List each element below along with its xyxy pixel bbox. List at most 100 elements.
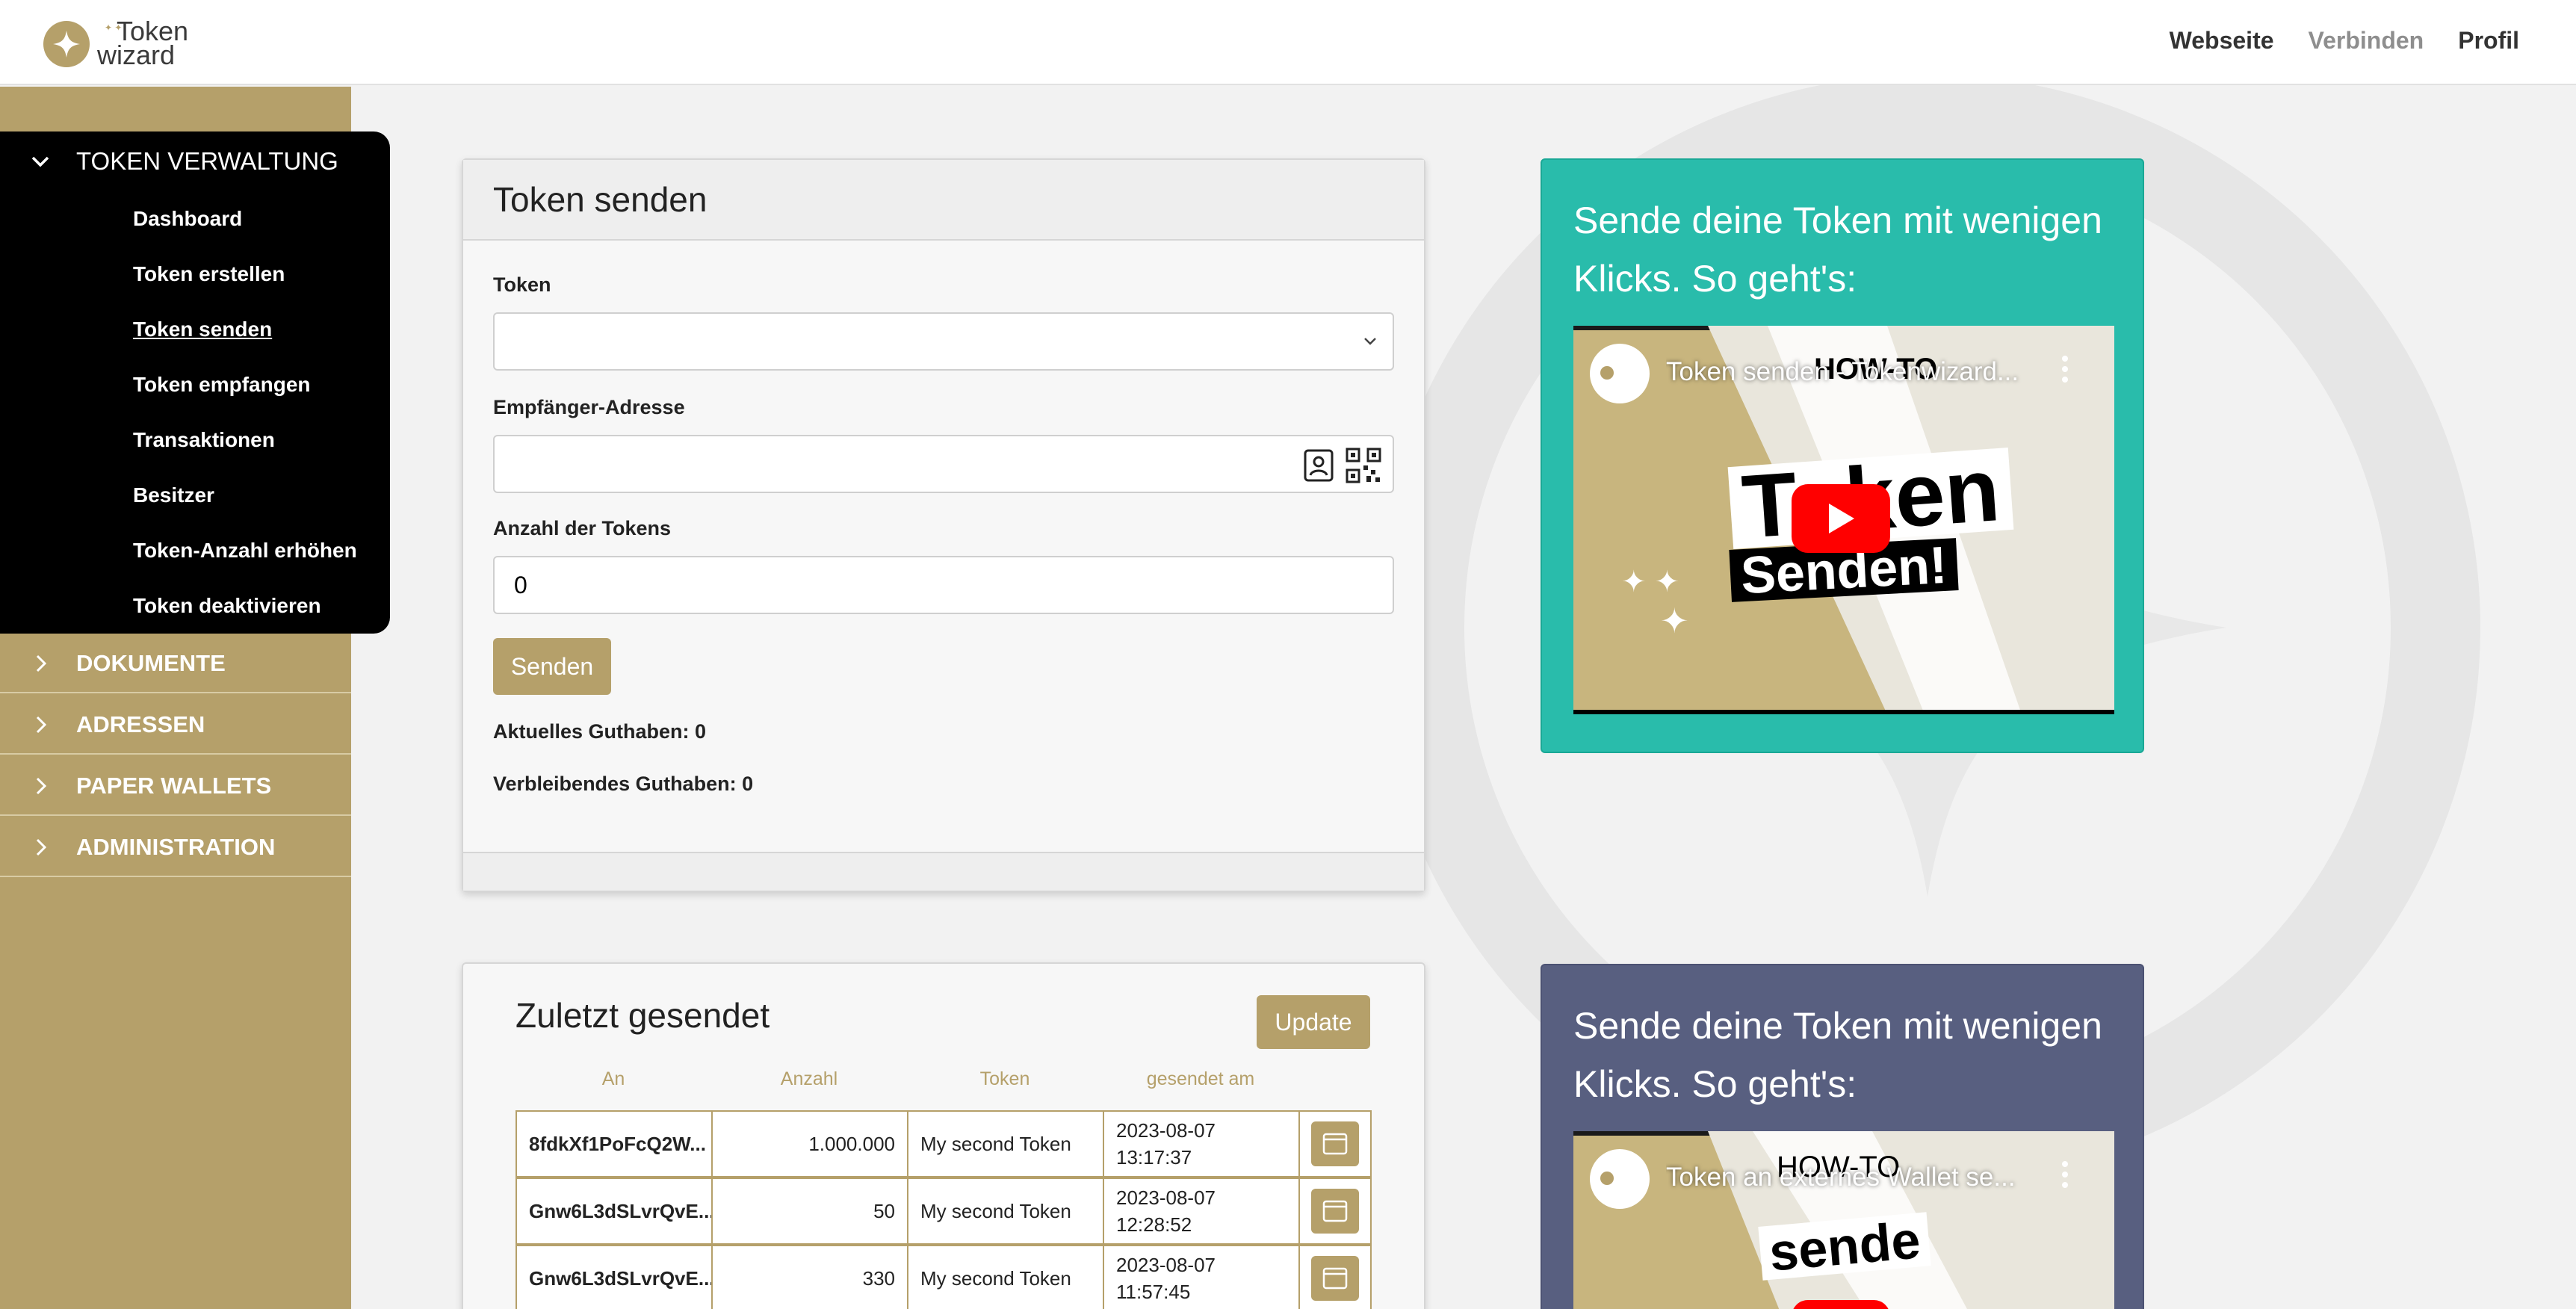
play-button[interactable] [1792,484,1890,553]
chevron-right-icon [36,838,47,856]
row-details-button[interactable] [1311,1189,1359,1234]
chevron-right-icon [36,716,47,734]
recipient-input[interactable] [495,436,1393,492]
video-title[interactable]: Token senden - Tokenwizard... [1666,357,2069,387]
cell-action [1300,1246,1370,1309]
cell-amount: 50 [713,1179,908,1243]
video-title[interactable]: Token an externes Wallet se... [1666,1163,2069,1192]
row-details-button[interactable] [1311,1121,1359,1166]
cell-date: 2023-08-07 [1116,1254,1216,1276]
sidebar-item-token-erstellen[interactable]: Token erstellen [133,247,357,302]
cell-date: 2023-08-07 [1116,1119,1216,1142]
cell-action [1300,1112,1370,1176]
youtube-embed[interactable]: Token Senden! HOW-TO ✦ ✦ ✦ Token senden … [1573,326,2114,714]
update-button[interactable]: Update [1257,995,1370,1049]
sidebar-section-label: ADRESSEN [76,711,205,737]
recently-sent-card: Zuletzt gesendet Update An Anzahl Token … [462,962,1425,1309]
send-token-card: Token senden Token Empfänger-Adresse Anz… [462,158,1425,892]
current-balance: Aktuelles Guthaben: 0 [493,720,707,743]
howto-text: Sende deine Token mit wenigen Klicks. So… [1573,1005,2102,1105]
cell-recipient: Gnw6L3dSLvrQvE... [517,1179,713,1243]
chevron-down-icon [1364,338,1376,345]
cell-sent-at: 2023-08-07 12:28:52 [1104,1179,1300,1243]
cell-sent-at: 2023-08-07 11:57:45 [1104,1246,1300,1309]
cell-recipient: Gnw6L3dSLvrQvE... [517,1246,713,1309]
nav-webseite[interactable]: Webseite [2170,27,2274,55]
table-row: Gnw6L3dSLvrQvE... 330 My second Token 20… [515,1245,1372,1309]
amount-field[interactable] [493,556,1394,614]
sidebar-section-label: DOKUMENTE [76,650,226,676]
cell-date: 2023-08-07 [1116,1186,1216,1209]
token-select-value[interactable] [495,314,1393,369]
sidebar-section-dokumente[interactable]: DOKUMENTE [0,634,351,693]
token-select[interactable] [493,312,1394,371]
tokenwizard-logo[interactable]: ✦ ✦ Token wizard [43,18,230,70]
send-token-title: Token senden [463,160,1424,241]
amount-input[interactable] [495,557,1393,613]
nav-profil[interactable]: Profil [2458,27,2519,55]
sidebar-section-adressen[interactable]: ADRESSEN [0,695,351,755]
cell-time: 12:28:52 [1116,1213,1192,1236]
top-header: ✦ ✦ Token wizard Webseite Verbinden Prof… [0,0,2576,85]
recently-sent-title: Zuletzt gesendet [515,996,770,1035]
sidebar-item-token-senden[interactable]: Token senden [133,302,357,357]
cell-token: My second Token [908,1246,1104,1309]
more-vert-icon[interactable] [2061,354,2069,384]
qr-code-icon[interactable] [1345,447,1382,484]
cell-action [1300,1179,1370,1243]
token-label: Token [493,273,551,296]
howto-video-card-external-wallet: Sende deine Token mit wenigen Klicks. So… [1541,964,2144,1309]
sidebar-item-dashboard[interactable]: Dashboard [133,191,357,247]
sidebar-item-transaktionen[interactable]: Transaktionen [133,412,357,468]
sidebar-section-administration[interactable]: ADMINISTRATION [0,817,351,877]
youtube-embed[interactable]: HOW-TO sende Token an externes Wallet se… [1573,1131,2114,1309]
channel-avatar[interactable] [1590,1149,1650,1209]
sidebar: TOKEN VERWALTUNG Dashboard Token erstell… [0,87,390,1309]
calendar-icon [1322,1200,1348,1222]
sidebar-item-besitzer[interactable]: Besitzer [133,468,357,523]
contact-book-icon[interactable] [1303,448,1334,483]
howto-video-card-send: Sende deine Token mit wenigen Klicks. So… [1541,158,2144,753]
row-details-button[interactable] [1311,1256,1359,1301]
sidebar-section-paper-wallets[interactable]: PAPER WALLETS [0,756,351,816]
logo-text-line2: wizard [97,40,176,70]
sidebar-section-token-verwaltung: TOKEN VERWALTUNG Dashboard Token erstell… [0,131,390,634]
sidebar-item-token-anzahl-erhoehen[interactable]: Token-Anzahl erhöhen [133,523,357,578]
sparkle-icon: ✦ ✦ [1621,566,1680,598]
cell-amount: 1.000.000 [713,1112,908,1176]
channel-avatar[interactable] [1590,344,1650,403]
chevron-down-icon [31,156,49,167]
column-header-an: An [601,1068,625,1089]
sidebar-section-header[interactable]: TOKEN VERWALTUNG [0,131,390,191]
sparkle-icon: ✦ [1660,601,1689,640]
table-row: Gnw6L3dSLvrQvE... 50 My second Token 202… [515,1178,1372,1245]
calendar-icon [1322,1133,1348,1155]
play-icon [1829,504,1854,533]
table-row: 8fdkXf1PoFcQ2W... 1.000.000 My second To… [515,1110,1372,1178]
column-header-gesendet-am: gesendet am [1146,1068,1255,1089]
calendar-icon [1322,1267,1348,1290]
card-footer [463,852,1424,891]
sidebar-item-token-empfangen[interactable]: Token empfangen [133,357,357,412]
thumbnail-word-sende: sende [1758,1210,1932,1282]
sidebar-item-token-deaktivieren[interactable]: Token deaktivieren [133,578,357,634]
cell-amount: 330 [713,1246,908,1309]
sidebar-section-label: PAPER WALLETS [76,773,272,799]
cell-token: My second Token [908,1112,1104,1176]
sidebar-section-label: ADMINISTRATION [76,834,276,860]
sidebar-sub-list: Dashboard Token erstellen Token senden T… [133,191,357,634]
more-vert-icon[interactable] [2061,1160,2069,1189]
column-header-anzahl: Anzahl [780,1068,838,1089]
logo-sparkle-icon [43,21,90,67]
column-header-token: Token [979,1068,1030,1089]
remaining-balance: Verbleibendes Guthaben: 0 [493,773,754,795]
amount-label: Anzahl der Tokens [493,517,672,539]
cell-sent-at: 2023-08-07 13:17:37 [1104,1112,1300,1176]
nav-verbinden[interactable]: Verbinden [2309,27,2424,55]
recipient-field[interactable] [493,435,1394,493]
play-button[interactable] [1792,1300,1890,1309]
howto-text: Sende deine Token mit wenigen Klicks. So… [1573,199,2102,300]
cell-time: 11:57:45 [1116,1281,1191,1303]
send-button[interactable]: Senden [493,638,611,695]
sidebar-section-label: TOKEN VERWALTUNG [76,147,338,175]
